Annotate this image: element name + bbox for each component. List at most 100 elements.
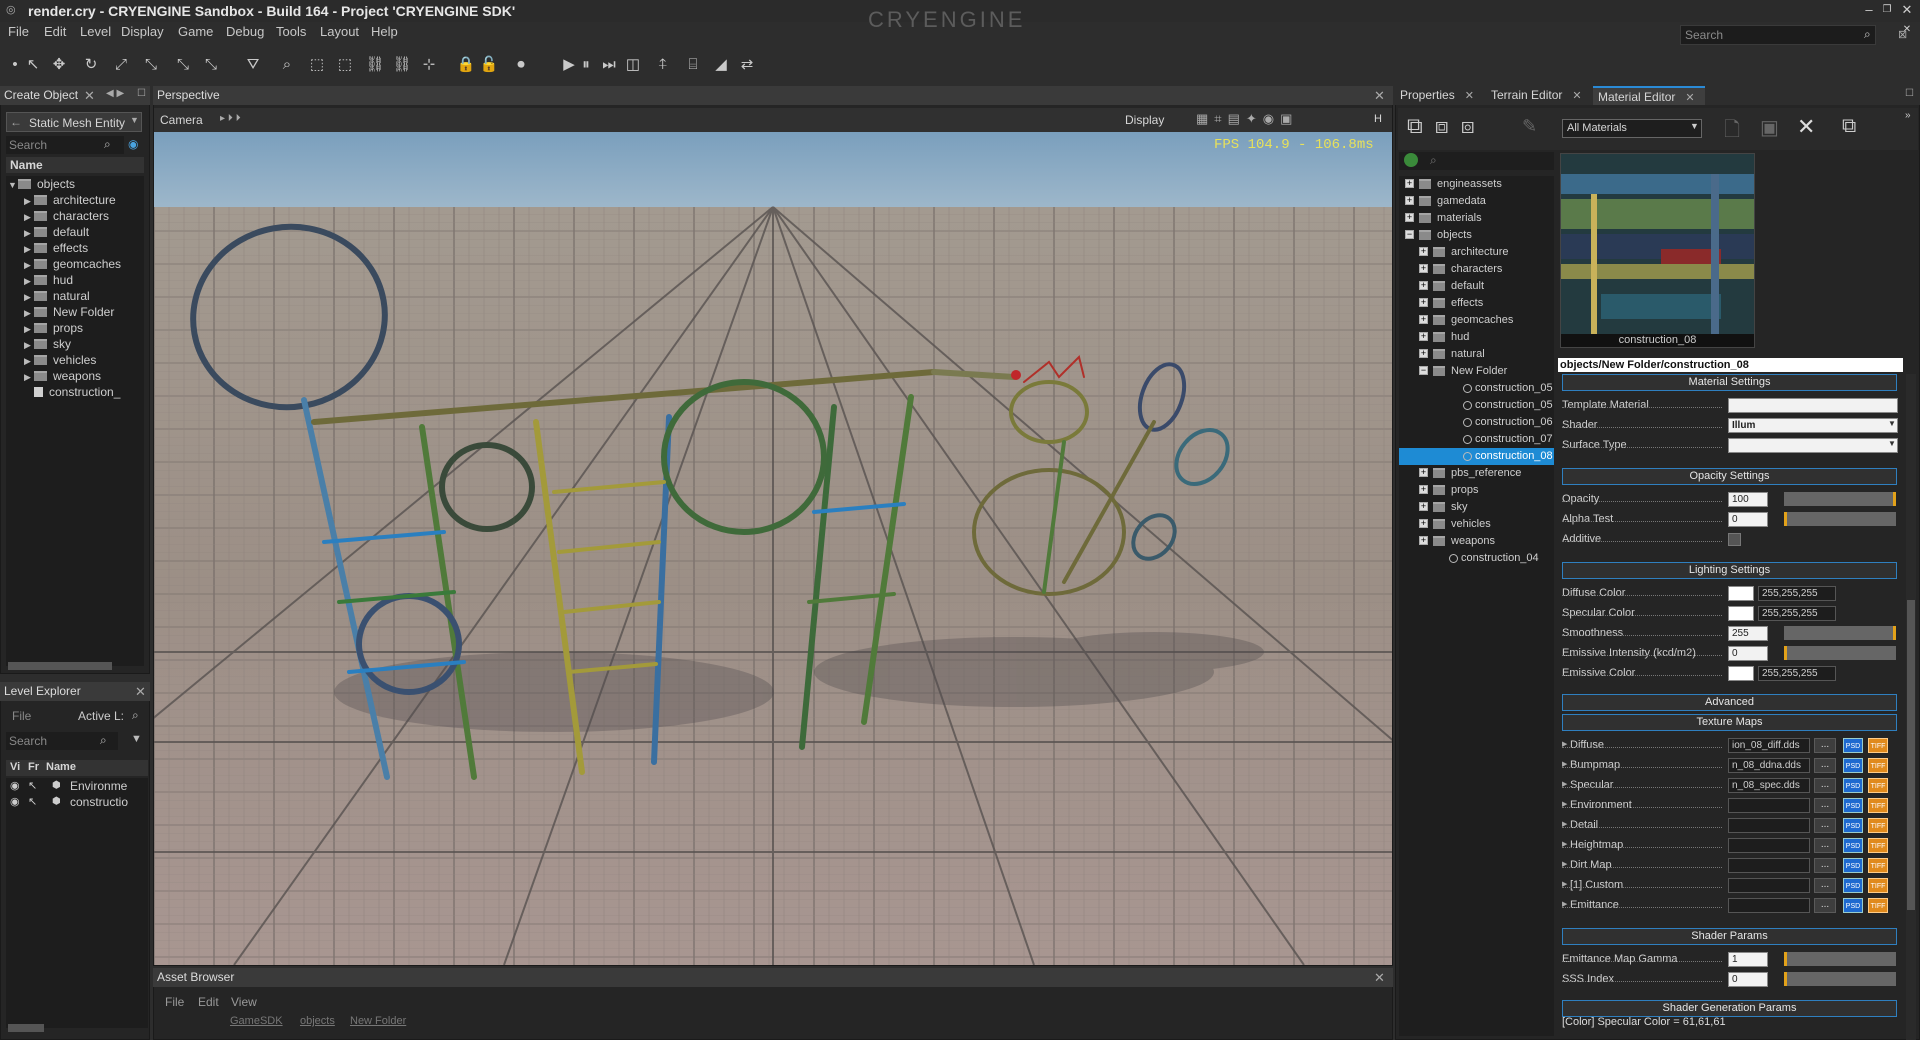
snap-angle-icon[interactable]: ⤡ xyxy=(172,54,194,76)
select-icon[interactable]: ↖ xyxy=(22,54,44,76)
folder-item[interactable]: + vehicles xyxy=(1399,516,1554,533)
new-icon[interactable]: 🗋 xyxy=(1724,115,1740,149)
select-region-icon[interactable]: ⬚ xyxy=(306,54,328,76)
maximize-icon[interactable]: ☐ xyxy=(137,88,146,99)
photoshop-icon[interactable]: PSD xyxy=(1843,738,1863,753)
material-item[interactable]: construction_05 xyxy=(1399,380,1554,397)
arrow-icon[interactable]: ▸ ⏵ ⏵ xyxy=(220,113,241,124)
folder-item[interactable]: + weapons xyxy=(1399,533,1554,550)
sss-input[interactable]: 0 xyxy=(1728,972,1768,987)
expand-arrow-icon[interactable]: ▶ xyxy=(1562,820,1567,828)
expand-arrow-icon[interactable]: ▶ xyxy=(1562,860,1567,868)
eye-icon[interactable]: ◉ xyxy=(10,794,20,810)
tree-item-objects[interactable]: ▼ objects xyxy=(6,176,144,192)
folder-item[interactable]: + engineassets xyxy=(1399,176,1554,193)
tiff-icon[interactable]: TIFF xyxy=(1868,798,1888,813)
collapse-arrow-icon[interactable]: ▶ xyxy=(24,305,34,321)
additive-checkbox[interactable] xyxy=(1728,533,1741,546)
material-item[interactable]: construction_06 xyxy=(1399,414,1554,431)
tree-item-characters[interactable]: ▶ characters xyxy=(6,208,144,224)
browse-button[interactable]: ... xyxy=(1814,898,1836,913)
folder-item[interactable]: + props xyxy=(1399,482,1554,499)
folder-item[interactable]: + effects xyxy=(1399,295,1554,312)
tree-item-effects[interactable]: ▶ effects xyxy=(6,240,144,256)
search-icon[interactable]: ⌕ xyxy=(1430,153,1437,168)
diffuse-swatch[interactable] xyxy=(1728,586,1754,601)
collapse-arrow-icon[interactable]: ▶ xyxy=(24,241,34,257)
expand-icon[interactable]: + xyxy=(1419,468,1428,477)
texture-path-input[interactable]: ion_08_diff.dds xyxy=(1728,738,1810,753)
expand-arrow-icon[interactable]: ▼ xyxy=(8,177,18,193)
expand-icon[interactable]: + xyxy=(1419,485,1428,494)
pick-icon[interactable]: ✎ xyxy=(1522,116,1537,137)
browse-button[interactable]: ... xyxy=(1814,878,1836,893)
emissive-intensity-input[interactable]: 0 xyxy=(1728,646,1768,661)
expand-icon[interactable]: + xyxy=(1419,281,1428,290)
browse-button[interactable]: ... xyxy=(1814,798,1836,813)
asset-browser-close-icon[interactable]: ✕ xyxy=(1374,970,1385,986)
collapse-arrow-icon[interactable]: ▶ xyxy=(24,369,34,385)
texture-path-input[interactable] xyxy=(1728,898,1810,913)
folder-item[interactable]: + characters xyxy=(1399,261,1554,278)
collapse-arrow-icon[interactable]: ▶ xyxy=(24,321,34,337)
emissive-color-value[interactable]: 255,255,255 xyxy=(1758,666,1836,681)
eye-icon[interactable]: ◉ xyxy=(10,778,20,794)
section-advanced[interactable]: Advanced xyxy=(1562,694,1897,711)
display-menu[interactable]: Display xyxy=(1125,113,1164,127)
expand-arrow-icon[interactable]: ▶ xyxy=(1562,800,1567,808)
copy-icon[interactable]: ⧉ xyxy=(1842,115,1856,138)
menu-file[interactable]: File xyxy=(8,24,29,39)
chevron-down-icon[interactable]: ▼ xyxy=(130,115,139,125)
tab-close-icon[interactable]: ✕ xyxy=(1685,92,1694,104)
perspective-close-icon[interactable]: ✕ xyxy=(1374,88,1385,104)
tree-item-geomcaches[interactable]: ▶ geomcaches xyxy=(6,256,144,272)
active-layer-label[interactable]: Active L: xyxy=(78,709,124,723)
search-icon[interactable]: ⌕ xyxy=(1864,27,1871,42)
align-icon[interactable]: ◫ xyxy=(622,54,644,76)
save-icon[interactable]: ▣ xyxy=(1760,115,1779,140)
expand-icon[interactable]: + xyxy=(1405,179,1414,188)
options-icon[interactable]: ⊠ xyxy=(1898,28,1907,41)
unlink-icon[interactable]: ⛓ xyxy=(391,54,413,76)
shader-select[interactable]: Illum xyxy=(1728,418,1898,433)
tiff-icon[interactable]: TIFF xyxy=(1868,838,1888,853)
tree-item-architecture[interactable]: ▶ architecture xyxy=(6,192,144,208)
back-arrow-icon[interactable]: ← xyxy=(10,115,22,129)
menu-tools[interactable]: Tools xyxy=(276,24,306,39)
gamma-slider[interactable] xyxy=(1784,952,1896,966)
camera-menu[interactable]: Camera xyxy=(160,113,203,127)
emissive-slider[interactable] xyxy=(1784,646,1896,660)
maximize-icon[interactable]: ☐ xyxy=(1905,88,1914,99)
cursor-icon[interactable]: ↖ xyxy=(28,794,37,810)
folder-item[interactable]: + sky xyxy=(1399,499,1554,516)
tiff-icon[interactable]: TIFF xyxy=(1868,778,1888,793)
nav-back-icon[interactable]: ◀ ▶ xyxy=(106,88,124,99)
person-icon[interactable]: ⍏ xyxy=(652,54,674,76)
expand-arrow-icon[interactable]: ▶ xyxy=(1562,740,1567,748)
asset-menu-edit[interactable]: Edit xyxy=(198,995,219,1009)
3d-viewport[interactable] xyxy=(154,132,1392,965)
material-action-icons[interactable]: ⧉⧈⧇ xyxy=(1407,113,1487,139)
tab-material-editor[interactable]: Material Editor ✕ xyxy=(1593,86,1705,105)
folder-item[interactable]: + gamedata xyxy=(1399,193,1554,210)
collapse-arrow-icon[interactable]: ▶ xyxy=(24,289,34,305)
smoothness-input[interactable]: 255 xyxy=(1728,626,1768,641)
level-explorer-close-icon[interactable]: ✕ xyxy=(135,684,146,700)
collapse-icon[interactable]: − xyxy=(1419,366,1428,375)
scrollbar[interactable] xyxy=(8,662,112,670)
section-opacity[interactable]: Opacity Settings xyxy=(1562,468,1897,485)
emissive-swatch[interactable] xyxy=(1728,666,1754,681)
photoshop-icon[interactable]: PSD xyxy=(1843,798,1863,813)
tree-item-hud[interactable]: ▶ hud xyxy=(6,272,144,288)
level-row[interactable]: ◉ ↖ ⬢ constructio xyxy=(6,794,148,810)
more-icon[interactable]: » xyxy=(1905,110,1911,121)
category-dropdown[interactable]: Static Mesh Entity xyxy=(6,112,142,132)
folder-item[interactable]: + hud xyxy=(1399,329,1554,346)
photoshop-icon[interactable]: PSD xyxy=(1843,878,1863,893)
breadcrumb-item[interactable]: objects xyxy=(300,1015,335,1027)
section-material[interactable]: Material Settings xyxy=(1562,374,1897,391)
expand-icon[interactable]: + xyxy=(1405,196,1414,205)
tree-item-default[interactable]: ▶ default xyxy=(6,224,144,240)
move-icon[interactable]: ✥ xyxy=(48,54,70,76)
folder-item[interactable]: + default xyxy=(1399,278,1554,295)
